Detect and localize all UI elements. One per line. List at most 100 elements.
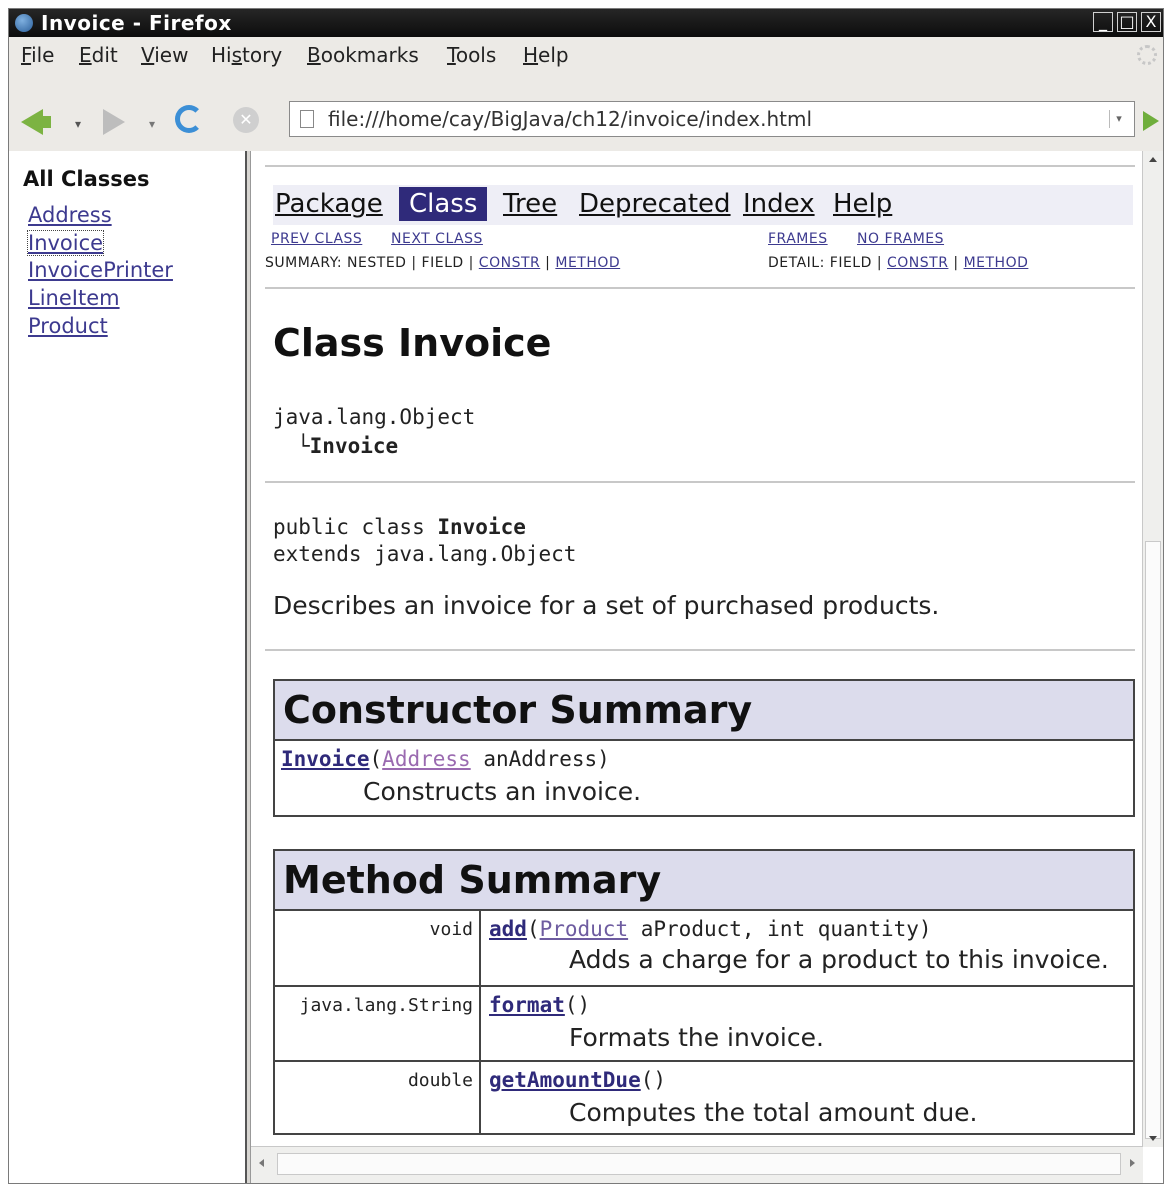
param-type-link-address[interactable]: Address	[382, 747, 471, 771]
forward-arrow-icon[interactable]	[103, 109, 125, 135]
summary-constr-link[interactable]: CONSTR	[479, 255, 540, 271]
method-description: Computes the total amount due.	[569, 1098, 978, 1127]
scroll-up-arrow-icon[interactable]	[1149, 157, 1157, 162]
method-link-getamountdue[interactable]: getAmountDue	[489, 1068, 641, 1092]
table-row: double getAmountDue() Computes the total…	[275, 1060, 1133, 1135]
all-classes-frame: All Classes Address Invoice InvoicePrint…	[9, 151, 245, 1183]
minimize-button[interactable]: _	[1093, 12, 1113, 32]
menu-bookmarks-rest: ookmarks	[320, 43, 419, 67]
class-extends: extends java.lang.Object	[273, 542, 577, 566]
menu-history-rest: tory	[242, 43, 283, 67]
constructor-link-invoice[interactable]: Invoice	[281, 747, 370, 771]
page-title: Class Invoice	[273, 321, 552, 365]
menu-bar: File Edit View History Bookmarks Tools H…	[9, 37, 1163, 71]
constructor-description: Constructs an invoice.	[363, 777, 642, 806]
menu-edit-rest: dit	[91, 43, 118, 67]
page-icon	[300, 110, 314, 128]
frames-link[interactable]: FRAMES	[768, 231, 828, 247]
close-button[interactable]: X	[1141, 12, 1161, 32]
nav-package[interactable]: Package	[275, 189, 383, 219]
constructor-params: anAddress)	[470, 747, 610, 771]
scroll-left-arrow-icon[interactable]	[259, 1159, 264, 1167]
menu-tools[interactable]: Tools	[447, 43, 496, 67]
method-params: ()	[564, 993, 591, 1017]
declaration-name: Invoice	[437, 515, 526, 539]
hierarchy-branch-icon: └	[297, 434, 310, 458]
class-link-invoiceprinter[interactable]: InvoicePrinter	[28, 258, 173, 282]
go-arrow-icon[interactable]	[1143, 111, 1159, 131]
table-row: void add(Product aProduct, int quantity)…	[275, 911, 1133, 985]
menu-view-rest: iew	[154, 43, 189, 67]
menu-edit[interactable]: Edit	[79, 43, 118, 67]
nav-index[interactable]: Index	[743, 189, 815, 219]
maximize-button[interactable]: □	[1117, 12, 1137, 32]
nav-deprecated[interactable]: Deprecated	[579, 189, 731, 219]
constructor-signature: Invoice(Address anAddress)	[281, 747, 610, 771]
class-description: Describes an invoice for a set of purcha…	[273, 591, 940, 620]
method-link-format[interactable]: format	[489, 993, 565, 1017]
method-params: ()	[640, 1068, 667, 1092]
hierarchy-parent: java.lang.Object	[273, 405, 476, 429]
summary-method-link[interactable]: METHOD	[555, 255, 620, 271]
horizontal-scrollbar[interactable]	[251, 1146, 1143, 1183]
param-type-link-product[interactable]: Product	[540, 917, 629, 941]
nav-tree[interactable]: Tree	[503, 189, 557, 219]
menu-file-accel: F	[21, 43, 32, 67]
class-link-address[interactable]: Address	[28, 203, 112, 227]
menu-file[interactable]: File	[21, 43, 54, 67]
doc-nav-bar: Package Class Tree Deprecated Index Help	[273, 185, 1133, 225]
nav-help[interactable]: Help	[833, 189, 892, 219]
declaration-prefix: public class	[273, 515, 438, 539]
forward-history-dropdown-icon[interactable]: ▾	[149, 117, 155, 131]
class-link-invoice[interactable]: Invoice	[26, 230, 105, 256]
menu-tools-accel: T	[447, 43, 456, 67]
vertical-scrollbar[interactable]	[1142, 151, 1163, 1147]
detail-method-link[interactable]: METHOD	[964, 255, 1029, 271]
next-class-link[interactable]: NEXT CLASS	[391, 231, 483, 247]
scroll-thumb[interactable]	[277, 1153, 1121, 1175]
prev-class-link[interactable]: PREV CLASS	[271, 231, 362, 247]
method-description: Formats the invoice.	[569, 1023, 824, 1052]
method-signature: format()	[489, 993, 590, 1017]
url-dropdown-icon[interactable]: ▾	[1109, 110, 1128, 128]
class-link-product[interactable]: Product	[28, 314, 108, 338]
address-bar[interactable]: file:///home/cay/BigJava/ch12/invoice/in…	[289, 101, 1135, 137]
menu-file-rest: ile	[31, 43, 55, 67]
menu-bookmarks[interactable]: Bookmarks	[307, 43, 419, 67]
method-link-add[interactable]: add	[489, 917, 527, 941]
method-signature: add(Product aProduct, int quantity)	[489, 917, 932, 941]
url-text[interactable]: file:///home/cay/BigJava/ch12/invoice/in…	[328, 107, 812, 131]
stop-icon[interactable]: ✕	[233, 107, 259, 133]
summary-nav: SUMMARY: NESTED | FIELD | CONSTR | METHO…	[265, 255, 620, 271]
navigation-toolbar: ▾ ▾ ✕ file:///home/cay/BigJava/ch12/invo…	[9, 71, 1163, 152]
browser-window: Invoice - Firefox _ □ X File Edit View H…	[8, 8, 1164, 1184]
summary-sep: |	[540, 255, 556, 271]
divider	[265, 287, 1135, 289]
detail-nav: DETAIL: FIELD | CONSTR | METHOD	[768, 255, 1028, 271]
constructor-summary-heading: Constructor Summary	[275, 681, 1133, 741]
menu-help-accel: H	[523, 43, 539, 67]
scroll-thumb[interactable]	[1145, 541, 1161, 1139]
class-link-lineitem[interactable]: LineItem	[28, 286, 120, 310]
menu-help[interactable]: Help	[523, 43, 569, 67]
scroll-down-arrow-icon[interactable]	[1149, 1136, 1157, 1141]
back-arrow-icon[interactable]	[21, 109, 51, 135]
class-doc-frame: Package Class Tree Deprecated Index Help…	[251, 151, 1163, 1183]
menu-history[interactable]: History	[211, 43, 282, 67]
back-history-dropdown-icon[interactable]: ▾	[75, 117, 81, 131]
menu-edit-accel: E	[79, 43, 92, 67]
throbber-icon	[1137, 45, 1157, 65]
table-row: java.lang.String format() Formats the in…	[275, 985, 1133, 1060]
detail-constr-link[interactable]: CONSTR	[887, 255, 948, 271]
reload-icon[interactable]	[175, 105, 203, 133]
no-frames-link[interactable]: NO FRAMES	[857, 231, 944, 247]
hierarchy-child-name: Invoice	[309, 434, 399, 458]
return-type: double	[275, 1062, 481, 1135]
menu-view[interactable]: View	[141, 43, 188, 67]
divider	[265, 165, 1135, 167]
method-summary-table: Method Summary void add(Product aProduct…	[273, 849, 1135, 1135]
scroll-right-arrow-icon[interactable]	[1130, 1159, 1135, 1167]
divider	[265, 481, 1135, 483]
all-classes-heading: All Classes	[23, 167, 150, 191]
method-open-paren: (	[526, 917, 540, 941]
